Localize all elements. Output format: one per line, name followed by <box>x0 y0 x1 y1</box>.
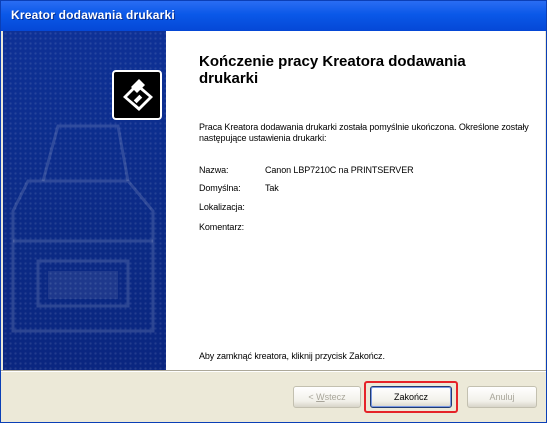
close-instruction: Aby zamknąć kreatora, kliknij przycisk Z… <box>199 351 385 361</box>
setting-label: Lokalizacja: <box>199 202 245 212</box>
finish-button-highlight <box>364 381 458 413</box>
wizard-content-panel: Kończenie pracy Kreatora dodawania druka… <box>166 31 545 370</box>
wizard-heading: Kończenie pracy Kreatora dodawania druka… <box>199 53 466 87</box>
printer-illustration <box>11 70 162 333</box>
wizard-side-panel <box>3 31 166 370</box>
cancel-button[interactable]: Anuluj <box>467 386 537 408</box>
back-button-accel: W <box>316 392 325 402</box>
setting-label: Nazwa: <box>199 165 229 175</box>
printer-icon <box>112 70 162 120</box>
window-title: Kreator dodawania drukarki <box>11 8 175 22</box>
button-divider <box>1 370 546 372</box>
setting-value: Canon LBP7210C na PRINTSERVER <box>265 165 414 175</box>
back-button-rest: stecz <box>324 392 346 402</box>
add-printer-wizard-window: Kreator dodawania drukarki Kończenie pra… <box>0 0 547 423</box>
setting-value: Tak <box>265 183 279 193</box>
setting-label: Komentarz: <box>199 222 245 232</box>
title-bar[interactable]: Kreator dodawania drukarki <box>1 1 546 31</box>
completion-message: Praca Kreatora dodawania drukarki został… <box>199 122 529 143</box>
back-button[interactable]: < Wstecz <box>293 386 361 408</box>
setting-label: Domyślna: <box>199 183 241 193</box>
back-button-prefix: < <box>308 392 317 402</box>
